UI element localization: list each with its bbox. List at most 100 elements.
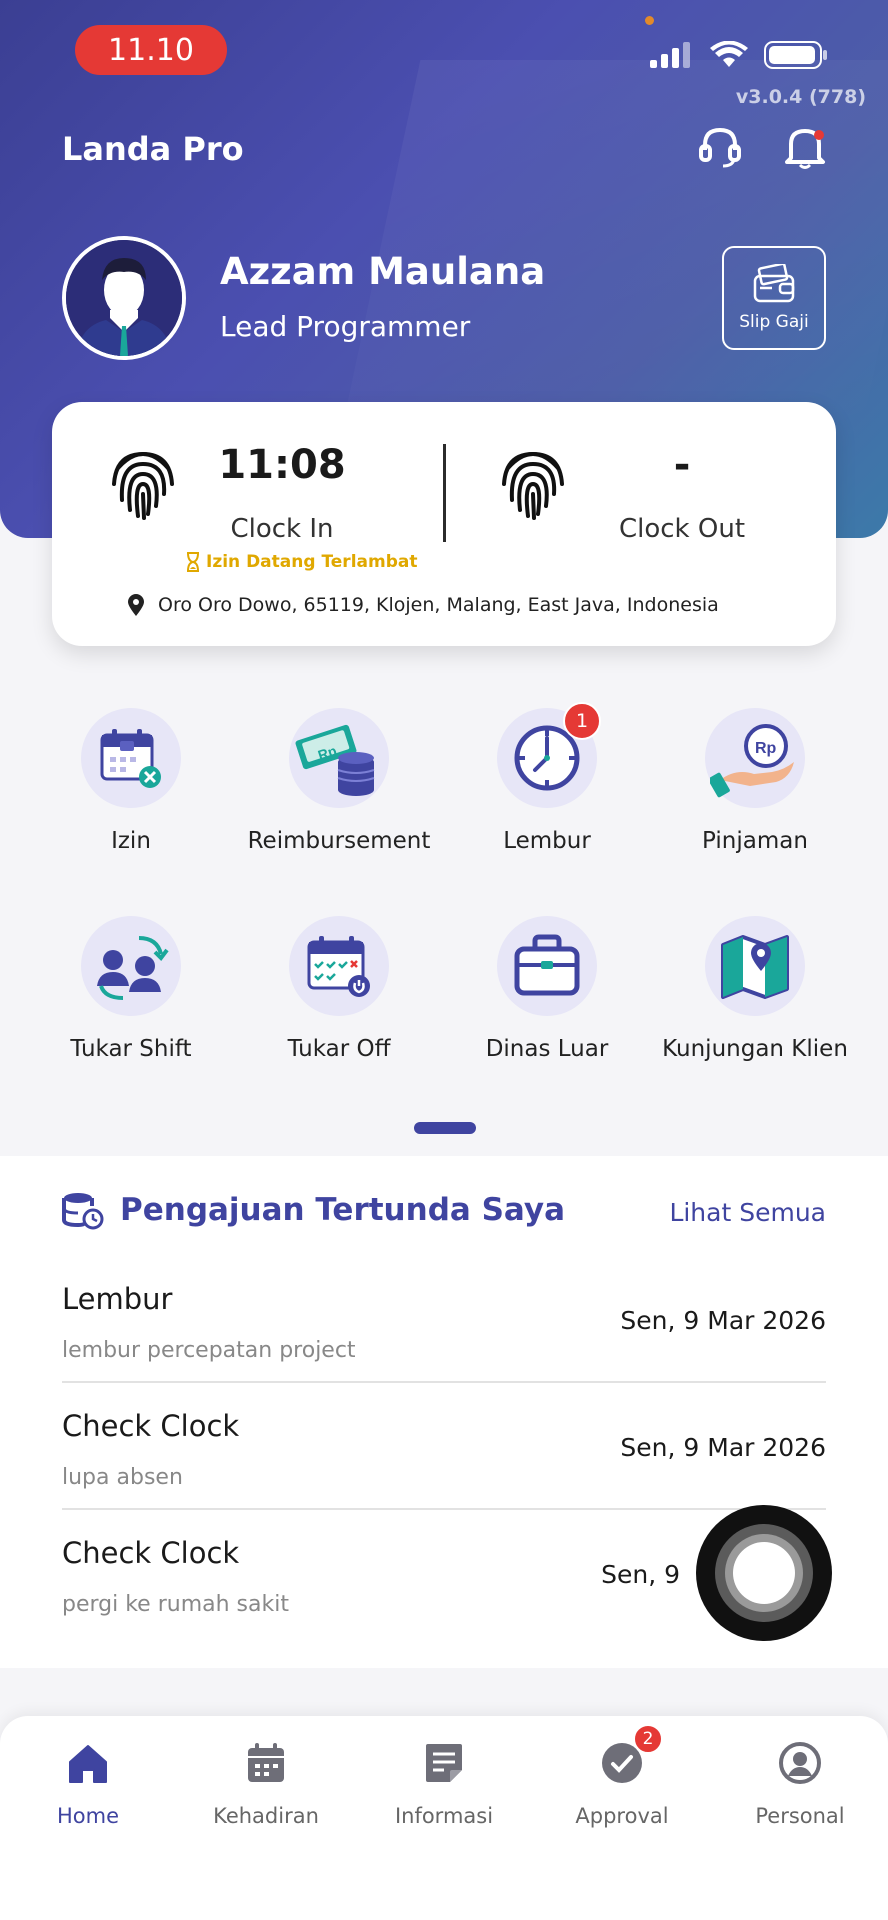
map-pin-icon: [721, 935, 789, 999]
menu-item-tukar-shift[interactable]: Tukar Shift: [26, 916, 236, 1062]
status-time: 11.10: [75, 25, 227, 75]
check-circle-icon: 2: [599, 1724, 663, 1786]
calendar-off-icon: [307, 936, 370, 997]
slip-gaji-button[interactable]: Slip Gaji: [722, 246, 826, 350]
menu-item-izin[interactable]: Izin: [26, 708, 236, 854]
home-icon: [65, 1740, 111, 1786]
nav-label: Informasi: [394, 1804, 494, 1828]
menu-item-tukar-off[interactable]: Tukar Off: [234, 916, 444, 1062]
assistive-touch-button[interactable]: [696, 1505, 832, 1641]
user-avatar-icon: [66, 240, 182, 356]
headset-icon: [699, 127, 741, 168]
slip-gaji-label: Slip Gaji: [739, 312, 809, 332]
pending-type: Lembur: [62, 1282, 173, 1316]
menu-icon-circle: [497, 916, 597, 1016]
assistive-ring: [715, 1524, 813, 1622]
nav-label: Home: [56, 1804, 119, 1828]
menu-label: Lembur: [503, 828, 591, 854]
pending-desc: lembur percepatan project: [62, 1338, 356, 1363]
menu-item-dinas-luar[interactable]: Dinas Luar: [442, 916, 652, 1062]
app-version: v3.0.4 (778): [735, 86, 866, 108]
briefcase-icon: [514, 934, 580, 996]
database-clock-icon: [62, 1193, 104, 1230]
menu-label: Izin: [111, 828, 151, 854]
nav-kehadiran[interactable]: Kehadiran: [186, 1740, 346, 1828]
avatar[interactable]: [62, 236, 186, 360]
wifi-icon: [710, 41, 748, 67]
late-permission-note: Izin Datang Terlambat: [186, 552, 417, 572]
user-role: Lead Programmer: [220, 310, 471, 343]
assistive-ring: [725, 1534, 803, 1612]
pending-type: Check Clock: [62, 1409, 240, 1443]
clock-in-label: Clock In: [230, 514, 334, 544]
menu-label: Tukar Off: [287, 1036, 391, 1062]
nav-label: Kehadiran: [213, 1804, 319, 1828]
menu-icon-circle: [705, 916, 805, 1016]
notification-dot: [814, 130, 824, 140]
menu-label: Reimbursement: [247, 828, 431, 854]
clock-in-fingerprint-icon[interactable]: [108, 444, 178, 520]
wallet-icon: [753, 264, 795, 303]
money-stack-icon: Rp: [295, 724, 375, 796]
menu-item-reimbursement[interactable]: Rp Reimbursement: [234, 708, 444, 854]
calendar-icon: [243, 1740, 289, 1786]
assistive-center: [733, 1542, 795, 1604]
location-row: Oro Oro Dowo, 65119, Klojen, Malang, Eas…: [128, 594, 719, 616]
approval-badge: 2: [633, 1724, 663, 1754]
pending-date: Sen, 9 Mar 2026: [620, 1306, 826, 1335]
clock-out-fingerprint-icon[interactable]: [498, 444, 568, 520]
see-all-link[interactable]: Lihat Semua: [669, 1198, 826, 1227]
pending-date: Sen, 9 Mar 2026: [620, 1433, 826, 1462]
nav-personal[interactable]: Personal: [720, 1740, 880, 1828]
menu-icon-circle: 1: [497, 702, 601, 808]
notification-button[interactable]: [780, 122, 830, 172]
support-button[interactable]: [695, 122, 745, 172]
signal-icon: [650, 42, 690, 68]
nav-label: Personal: [755, 1804, 845, 1828]
user-circle-icon: [777, 1740, 823, 1786]
clock-out-time: -: [673, 442, 691, 488]
pending-row[interactable]: Check Clock lupa absen Sen, 9 Mar 2026: [62, 1383, 826, 1510]
battery-icon: [764, 41, 827, 69]
calendar-cancel-icon: [100, 729, 161, 788]
menu-label: Kunjungan Klien: [662, 1036, 848, 1062]
menu-icon-circle: [81, 708, 181, 808]
user-name: Azzam Maulana: [220, 250, 546, 293]
nav-approval[interactable]: 2 Approval: [542, 1724, 702, 1828]
attendance-card: 11:08 Clock In - Clock Out Izin Datang T…: [52, 402, 836, 646]
menu-page-indicator[interactable]: [414, 1122, 476, 1134]
menu-icon-circle: Rp: [289, 708, 389, 808]
card-divider: [443, 444, 446, 542]
clock-in-time: 11:08: [218, 442, 346, 488]
menu-label: Pinjaman: [702, 828, 808, 854]
nav-home[interactable]: Home: [8, 1740, 168, 1828]
menu-item-pinjaman[interactable]: Rp Pinjaman: [650, 708, 860, 854]
pending-date: Sen, 9: [601, 1560, 680, 1589]
pending-desc: lupa absen: [62, 1465, 183, 1490]
clock-out-label: Clock Out: [618, 514, 746, 544]
pending-type: Check Clock: [62, 1536, 240, 1570]
swap-users-icon: [97, 936, 169, 1000]
hourglass-icon: [187, 552, 199, 572]
menu-icon-circle: [289, 916, 389, 1016]
bottom-navigation: Home Kehadiran Informasi 2 Approval Pers…: [0, 1716, 888, 1920]
document-icon: [421, 1740, 467, 1786]
app-title: Landa Pro: [62, 130, 244, 168]
menu-item-lembur[interactable]: 1 Lembur: [442, 702, 652, 854]
menu-label: Dinas Luar: [485, 1036, 609, 1062]
menu-icon-circle: Rp: [705, 708, 805, 808]
location-pin-icon: [128, 594, 144, 616]
location-text: Oro Oro Dowo, 65119, Klojen, Malang, Eas…: [158, 594, 719, 616]
pending-row[interactable]: Lembur lembur percepatan project Sen, 9 …: [62, 1256, 826, 1383]
lembur-badge: 1: [563, 702, 601, 740]
menu-item-kunjungan-klien[interactable]: Kunjungan Klien: [650, 916, 860, 1062]
nav-informasi[interactable]: Informasi: [364, 1740, 524, 1828]
svg-text:Rp: Rp: [755, 740, 777, 757]
camera-indicator: [645, 16, 654, 25]
pending-desc: pergi ke rumah sakit: [62, 1592, 289, 1617]
late-note-text: Izin Datang Terlambat: [206, 552, 418, 572]
menu-icon-circle: [81, 916, 181, 1016]
pending-title: Pengajuan Tertunda Saya: [120, 1192, 566, 1228]
nav-label: Approval: [575, 1804, 669, 1828]
status-icons: [648, 40, 828, 70]
